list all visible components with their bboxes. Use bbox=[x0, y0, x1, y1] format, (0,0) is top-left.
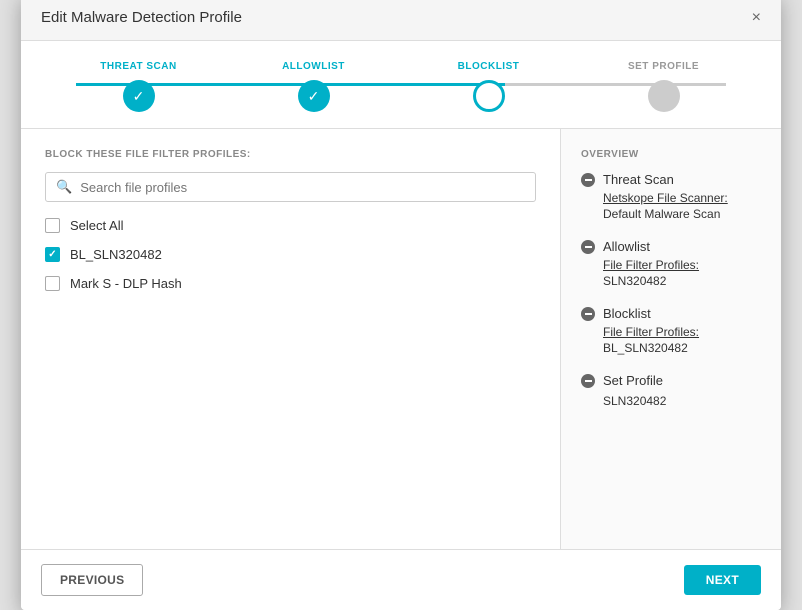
overview-blocklist-detail: File Filter Profiles: BL_SLN320482 bbox=[581, 325, 761, 357]
step-set-profile-circle bbox=[648, 80, 680, 112]
step-allowlist-circle: ✓ bbox=[298, 80, 330, 112]
close-button[interactable]: × bbox=[752, 10, 761, 26]
step-set-profile-label: SET PROFILE bbox=[628, 61, 699, 72]
overview-allowlist: Allowlist File Filter Profiles: SLN32048… bbox=[581, 239, 761, 290]
overview-threat-scan-title: Threat Scan bbox=[603, 172, 674, 187]
step-threat-scan-label: THREAT SCAN bbox=[100, 61, 176, 72]
select-all-label: Select All bbox=[70, 218, 123, 233]
edit-malware-modal: Edit Malware Detection Profile × THREAT … bbox=[21, 0, 781, 610]
overview-blocklist-header: Blocklist bbox=[581, 306, 761, 321]
list-item: Mark S - DLP Hash bbox=[45, 276, 536, 291]
left-panel: BLOCK THESE FILE FILTER PROFILES: 🔍 Sele… bbox=[21, 129, 561, 549]
modal-title: Edit Malware Detection Profile bbox=[41, 9, 242, 26]
right-panel: OVERVIEW Threat Scan Netskope File Scann… bbox=[561, 129, 781, 549]
search-box: 🔍 bbox=[45, 172, 536, 202]
step-set-profile: SET PROFILE bbox=[576, 61, 751, 112]
step-blocklist: BLOCKLIST bbox=[401, 61, 576, 112]
overview-blocklist-value: BL_SLN320482 bbox=[603, 341, 688, 355]
overview-set-profile-value: SLN320482 bbox=[603, 394, 666, 408]
modal-body: BLOCK THESE FILE FILTER PROFILES: 🔍 Sele… bbox=[21, 129, 781, 549]
next-button[interactable]: NEXT bbox=[684, 565, 761, 595]
bl-sln-label: BL_SLN320482 bbox=[70, 247, 162, 262]
select-all-checkbox[interactable] bbox=[45, 218, 60, 233]
overview-allowlist-detail: File Filter Profiles: SLN320482 bbox=[581, 258, 761, 290]
overview-threat-scan-link: Netskope File Scanner: bbox=[603, 191, 761, 205]
overview-blocklist: Blocklist File Filter Profiles: BL_SLN32… bbox=[581, 306, 761, 357]
overview-set-profile: Set Profile SLN320482 bbox=[581, 373, 761, 410]
step-allowlist: ALLOWLIST ✓ bbox=[226, 61, 401, 112]
minus-icon bbox=[581, 374, 595, 388]
minus-icon bbox=[581, 173, 595, 187]
overview-threat-scan-value: Default Malware Scan bbox=[603, 207, 720, 221]
bl-sln-checkbox[interactable] bbox=[45, 247, 60, 262]
overview-set-profile-detail: SLN320482 bbox=[581, 392, 761, 410]
overview-set-profile-header: Set Profile bbox=[581, 373, 761, 388]
overview-allowlist-link: File Filter Profiles: bbox=[603, 258, 761, 272]
search-input[interactable] bbox=[80, 180, 525, 195]
overview-blocklist-link: File Filter Profiles: bbox=[603, 325, 761, 339]
overview-label: OVERVIEW bbox=[581, 149, 761, 160]
step-threat-scan-circle: ✓ bbox=[123, 80, 155, 112]
left-section-label: BLOCK THESE FILE FILTER PROFILES: bbox=[45, 149, 536, 160]
mark-dlp-label: Mark S - DLP Hash bbox=[70, 276, 182, 291]
mark-dlp-checkbox[interactable] bbox=[45, 276, 60, 291]
overview-allowlist-header: Allowlist bbox=[581, 239, 761, 254]
minus-icon bbox=[581, 240, 595, 254]
modal-footer: PREVIOUS NEXT bbox=[21, 549, 781, 610]
overview-threat-scan: Threat Scan Netskope File Scanner: Defau… bbox=[581, 172, 761, 223]
step-blocklist-label: BLOCKLIST bbox=[458, 61, 520, 72]
stepper: THREAT SCAN ✓ ALLOWLIST ✓ BLOCKLIST SET … bbox=[21, 41, 781, 129]
minus-icon bbox=[581, 307, 595, 321]
overview-allowlist-value: SLN320482 bbox=[603, 274, 666, 288]
search-icon: 🔍 bbox=[56, 179, 72, 195]
list-item: Select All bbox=[45, 218, 536, 233]
step-blocklist-circle bbox=[473, 80, 505, 112]
overview-threat-scan-header: Threat Scan bbox=[581, 172, 761, 187]
step-allowlist-label: ALLOWLIST bbox=[282, 61, 345, 72]
overview-set-profile-title: Set Profile bbox=[603, 373, 663, 388]
list-item: BL_SLN320482 bbox=[45, 247, 536, 262]
previous-button[interactable]: PREVIOUS bbox=[41, 564, 143, 596]
overview-threat-scan-detail: Netskope File Scanner: Default Malware S… bbox=[581, 191, 761, 223]
modal-header: Edit Malware Detection Profile × bbox=[21, 0, 781, 41]
step-threat-scan: THREAT SCAN ✓ bbox=[51, 61, 226, 112]
overview-allowlist-title: Allowlist bbox=[603, 239, 650, 254]
overview-blocklist-title: Blocklist bbox=[603, 306, 651, 321]
